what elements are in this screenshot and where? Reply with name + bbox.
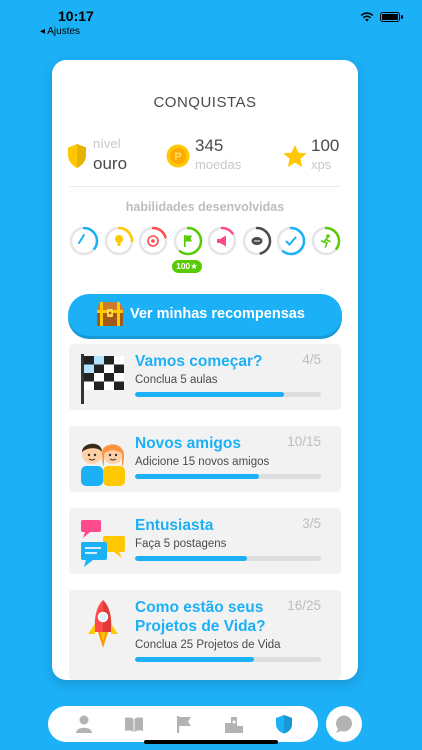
achievement-progress	[135, 556, 321, 561]
skill-runner[interactable]	[311, 226, 341, 256]
shield-icon	[68, 144, 86, 168]
chat-icon	[336, 715, 352, 733]
battery-icon	[380, 12, 403, 22]
achievement-progress	[135, 474, 321, 479]
achievement-item[interactable]: Vamos começar? 4/5 Conclua 5 aulas	[69, 344, 341, 410]
lightbulb-icon	[104, 226, 133, 256]
skill-check[interactable]	[276, 226, 306, 256]
rewards-button[interactable]: Ver minhas recompensas	[68, 294, 342, 336]
megaphone-icon	[207, 226, 237, 256]
coin-icon: P	[166, 144, 190, 168]
achievements-card: CONQUISTAS nível ouro P 345 moedas 100 x	[52, 60, 358, 680]
achievement-count: 10/15	[287, 434, 321, 449]
xp-value: 100	[311, 136, 340, 155]
shield-icon[interactable]	[274, 714, 294, 734]
achievement-desc: Conclua 5 aulas	[135, 374, 218, 386]
achievement-progress	[135, 657, 321, 662]
level-label: nível	[93, 136, 121, 151]
skill-badge: 100★	[172, 260, 202, 273]
achievement-desc: Conclua 25 Projetos de Vida	[135, 639, 281, 651]
bottom-nav	[48, 706, 318, 742]
skill-megaphone[interactable]	[207, 226, 237, 256]
status-bar: 10:17 ◂ Ajustes	[0, 0, 422, 40]
achievement-title: Novos amigos	[135, 435, 241, 452]
achievement-item[interactable]: Entusiasta 3/5 Faça 5 postagens	[69, 508, 341, 574]
skill-gauge[interactable]	[69, 226, 99, 256]
leaderboard-icon[interactable]	[224, 714, 244, 734]
gauge-icon	[69, 226, 99, 256]
achievement-count: 3/5	[302, 516, 321, 531]
achievement-count: 4/5	[302, 352, 321, 367]
level-stat: nível ouro	[66, 134, 156, 178]
treasure-chest-icon	[97, 302, 123, 326]
svg-text:P: P	[174, 151, 181, 163]
achievement-title: Como estão seus Projetos de Vida?	[135, 599, 266, 635]
divider	[70, 186, 340, 187]
checkered-flag-icon	[81, 354, 124, 404]
handshake-icon	[242, 226, 271, 256]
back-to-settings-link[interactable]: ◂ Ajustes	[40, 26, 80, 37]
star-icon	[283, 145, 307, 167]
achievement-desc: Faça 5 postagens	[135, 538, 227, 550]
skills-row	[69, 226, 341, 258]
achievement-item[interactable]: Novos amigos 10/15 Adicione 15 novos ami…	[69, 426, 341, 492]
xp-label: xps	[311, 157, 332, 172]
skill-flag[interactable]	[173, 226, 203, 256]
status-icons	[360, 12, 403, 22]
stats-row: nível ouro P 345 moedas 100 xps	[52, 134, 358, 178]
skill-target[interactable]	[138, 226, 168, 256]
achievement-item[interactable]: Como estão seus Projetos de Vida? 16/25 …	[69, 590, 341, 680]
rocket-icon	[88, 600, 118, 648]
achievement-progress	[135, 392, 321, 397]
coins-label: moedas	[195, 157, 242, 172]
status-time: 10:17	[58, 8, 94, 24]
coins-value: 345	[195, 136, 224, 155]
wifi-icon	[360, 12, 374, 22]
book-icon[interactable]	[124, 714, 144, 734]
page-title: CONQUISTAS	[153, 94, 257, 111]
achievement-desc: Adicione 15 novos amigos	[135, 456, 270, 468]
home-indicator	[144, 740, 278, 744]
profile-icon[interactable]	[74, 714, 94, 734]
friends-icon	[81, 443, 125, 486]
check-icon	[276, 226, 306, 256]
coins-stat: P 345 moedas	[166, 134, 256, 178]
chat-button[interactable]	[326, 706, 362, 742]
skill-handshake[interactable]	[242, 226, 272, 256]
target-icon	[138, 226, 168, 256]
achievement-title: Entusiasta	[135, 517, 214, 534]
flag-icon[interactable]	[174, 714, 194, 734]
xp-stat: 100 xps	[282, 134, 352, 178]
level-value: ouro	[93, 154, 128, 173]
achievement-count: 16/25	[287, 598, 321, 613]
skill-lightbulb[interactable]	[104, 226, 134, 256]
achievement-title: Vamos começar?	[135, 353, 263, 370]
skills-title: habilidades desenvolvidas	[125, 200, 285, 214]
flag-icon	[173, 226, 202, 256]
chat-bubbles-icon	[81, 520, 125, 567]
runner-icon	[311, 226, 340, 256]
rewards-button-label: Ver minhas recompensas	[130, 306, 305, 322]
